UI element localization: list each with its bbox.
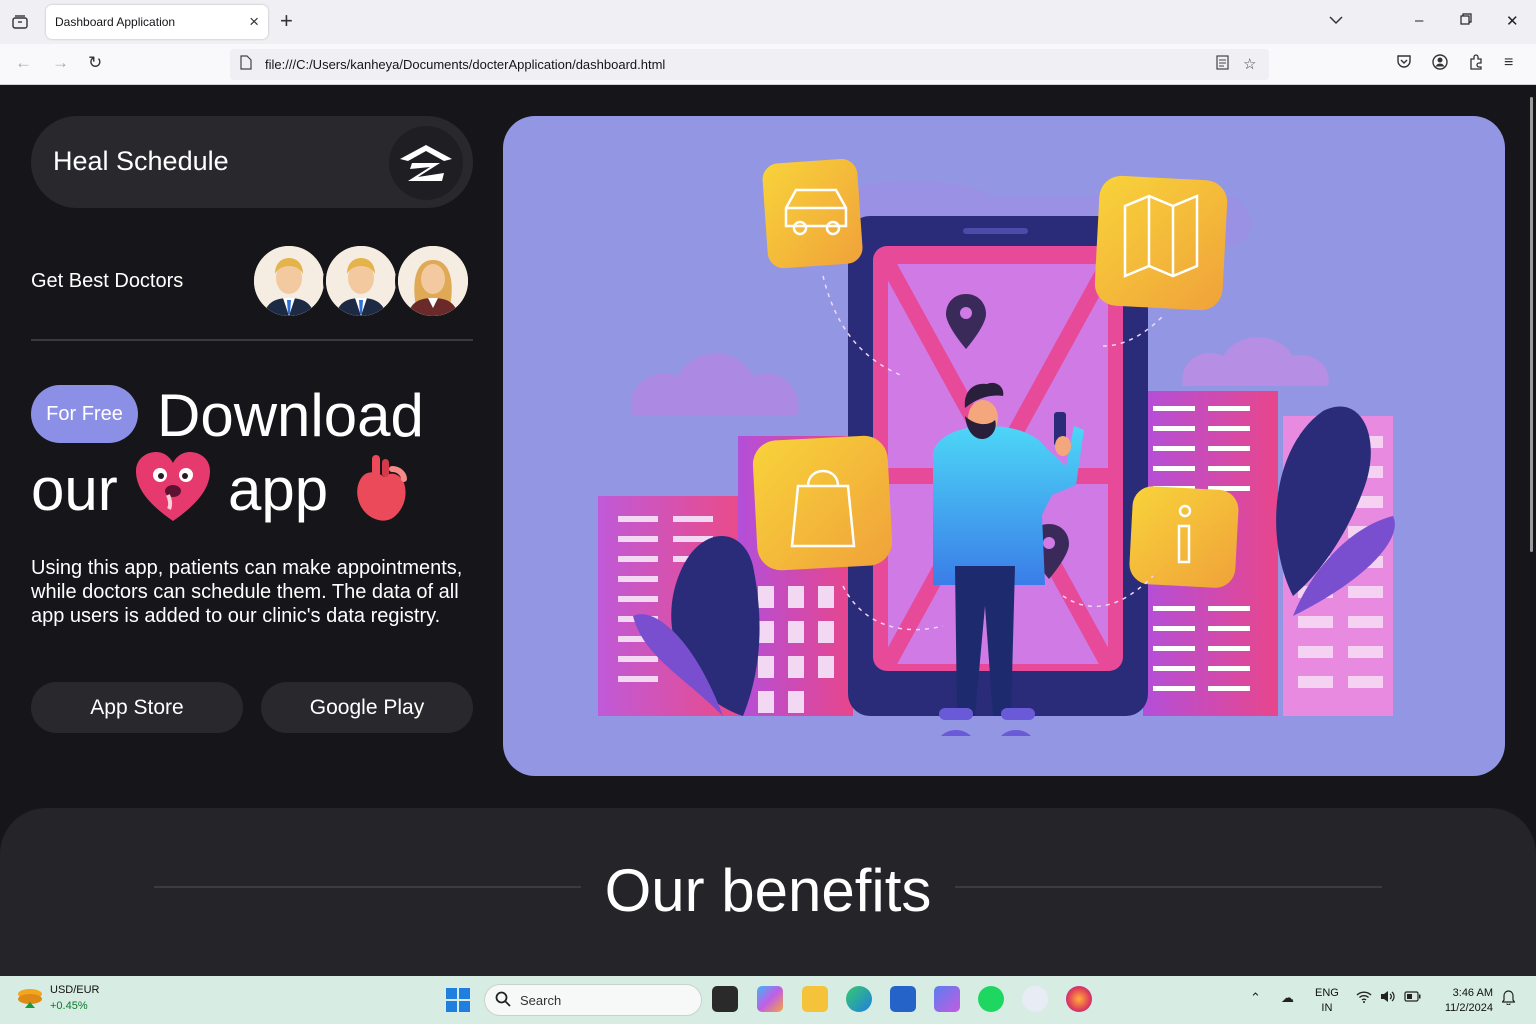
menu-icon[interactable]: ≡ — [1504, 54, 1513, 72]
scrollbar[interactable] — [1530, 97, 1533, 552]
tab-title: Dashboard Application — [55, 15, 176, 29]
stock-widget[interactable]: USD/EUR +0.45% — [16, 984, 100, 1017]
benefits-title: Our benefits — [604, 857, 932, 924]
avatar — [395, 243, 471, 319]
headline-app: app — [228, 456, 329, 523]
url-bar[interactable]: file:///C:/Users/kanheya/Documents/docte… — [230, 49, 1269, 80]
ticker-value: +0.45% — [50, 1000, 88, 1012]
close-window-icon[interactable]: ✕ — [1506, 12, 1519, 30]
search-placeholder: Search — [520, 993, 562, 1008]
notification-bell-icon[interactable] — [1501, 990, 1516, 1008]
taskbar-search[interactable]: Search — [484, 984, 702, 1016]
search-icon — [495, 991, 511, 1012]
page-icon — [240, 55, 252, 73]
taskbar: USD/EUR +0.45% Search ⌃ ☁ ENG IN 3:46 AM… — [0, 976, 1536, 1024]
edge-icon[interactable] — [846, 986, 872, 1012]
browser-tab-bar: Dashboard Application × + – ✕ — [0, 0, 1536, 44]
extensions-icon[interactable] — [1468, 54, 1484, 75]
onedrive-icon[interactable]: ☁ — [1281, 990, 1294, 1006]
avatar — [251, 243, 327, 319]
minimize-icon[interactable]: – — [1415, 12, 1423, 29]
wifi-icon[interactable] — [1356, 990, 1372, 1006]
app-description: Using this app, patients can make appoin… — [31, 557, 463, 627]
benefits-section: Our benefits — [0, 808, 1536, 976]
doctor-avatars — [251, 243, 473, 319]
lang-primary: ENG — [1315, 987, 1339, 999]
page-content: Heal Schedule Get Best Doctors For Free … — [0, 85, 1536, 976]
headline-our: our — [31, 456, 118, 523]
pocket-icon[interactable] — [1396, 54, 1412, 74]
firefox-icon[interactable] — [1066, 986, 1092, 1012]
brand-header: Heal Schedule — [31, 116, 473, 208]
google-play-button[interactable]: Google Play — [261, 682, 473, 733]
windows-start-icon[interactable] — [446, 988, 470, 1017]
language-indicator[interactable]: ENG IN — [1315, 986, 1339, 1016]
avatar — [323, 243, 399, 319]
volume-icon[interactable] — [1380, 990, 1395, 1006]
clock[interactable]: 3:46 AM 11/2/2024 — [1437, 986, 1493, 1016]
ticker-name: USD/EUR — [50, 984, 100, 996]
browser-tab[interactable]: Dashboard Application × — [46, 5, 268, 39]
anatomical-heart-icon — [352, 451, 410, 528]
divider — [31, 339, 473, 341]
reader-view-icon[interactable] — [1216, 55, 1229, 74]
bookmark-star-icon[interactable]: ☆ — [1243, 55, 1256, 73]
reload-icon[interactable]: ↻ — [88, 53, 102, 73]
best-doctors-label: Get Best Doctors — [31, 270, 184, 292]
headline-download: Download — [157, 382, 424, 449]
file-explorer-icon[interactable] — [802, 986, 828, 1012]
chevron-up-icon[interactable]: ⌃ — [1250, 990, 1261, 1006]
clock-time: 3:46 AM — [1452, 987, 1493, 999]
store-icon[interactable] — [890, 986, 916, 1012]
forward-icon[interactable]: → — [52, 53, 69, 73]
browser-nav-bar: ← → ↻ file:///C:/Users/kanheya/Documents… — [0, 44, 1536, 85]
url-text: file:///C:/Users/kanheya/Documents/docte… — [265, 57, 666, 72]
app-icon[interactable] — [934, 986, 960, 1012]
for-free-badge: For Free — [31, 385, 138, 443]
tab-list-icon[interactable] — [0, 0, 40, 44]
brand-logo-icon[interactable] — [389, 126, 463, 200]
heart-face-icon — [134, 451, 212, 528]
task-view-icon[interactable] — [712, 986, 738, 1012]
app-icon[interactable] — [1022, 986, 1048, 1012]
spotify-icon[interactable] — [978, 986, 1004, 1012]
battery-icon[interactable] — [1404, 990, 1421, 1005]
clock-date: 11/2/2024 — [1444, 1002, 1493, 1014]
chevron-down-icon[interactable] — [1329, 12, 1343, 28]
close-tab-icon[interactable]: × — [249, 12, 259, 32]
copilot-icon[interactable] — [757, 986, 783, 1012]
currency-icon — [18, 989, 42, 1008]
back-icon[interactable]: ← — [15, 53, 32, 73]
new-tab-icon[interactable]: + — [280, 10, 293, 32]
brand-title: Heal Schedule — [53, 146, 229, 176]
account-icon[interactable] — [1432, 54, 1448, 75]
app-store-button[interactable]: App Store — [31, 682, 243, 733]
restore-icon[interactable] — [1460, 12, 1472, 29]
lang-secondary: IN — [1321, 1002, 1333, 1014]
hero-illustration — [503, 116, 1505, 776]
